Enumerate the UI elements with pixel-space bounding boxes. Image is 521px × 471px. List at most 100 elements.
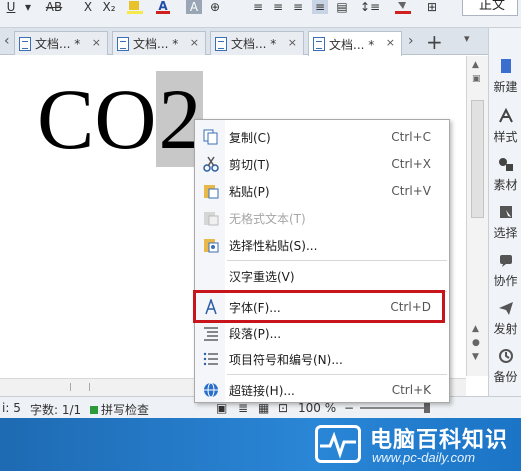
distribute-icon[interactable]: ▤ xyxy=(334,0,350,14)
highlight-icon[interactable] xyxy=(126,0,144,14)
zoom-out-button[interactable]: − xyxy=(344,401,354,415)
document-icon xyxy=(215,36,227,51)
highlight-annotation-box xyxy=(193,290,445,323)
task-pane-material[interactable]: 素材 xyxy=(489,156,521,193)
view-page-icon[interactable]: ▣ xyxy=(216,401,227,415)
context-menu: 复制(C) Ctrl+C 剪切(T) Ctrl+X 粘贴(P) Ctrl+V 无… xyxy=(194,119,450,403)
style-icon xyxy=(498,107,514,124)
document-text[interactable]: CO2 xyxy=(37,71,204,167)
tab-close-icon[interactable]: × xyxy=(190,36,199,49)
underline-button[interactable]: U xyxy=(4,0,18,14)
superscript-button[interactable]: X xyxy=(82,0,94,14)
paragraph-icon xyxy=(203,325,219,341)
menu-item-reselect-chinese[interactable]: 汉字重选(V) xyxy=(195,263,449,289)
tab-close-icon[interactable]: × xyxy=(386,36,395,49)
menu-item-bullets[interactable]: 项目符号和编号(N)... xyxy=(195,346,449,372)
document-icon xyxy=(19,36,31,51)
menu-item-copy[interactable]: 复制(C) Ctrl+C xyxy=(195,124,449,150)
monitor-logo-icon xyxy=(315,425,361,463)
backup-icon xyxy=(498,348,514,364)
paste-special-icon xyxy=(203,237,219,253)
menu-item-paste-plain: 无格式文本(T) xyxy=(195,205,449,231)
tab-list-dropdown-icon[interactable]: ▾ xyxy=(464,32,470,45)
document-icon xyxy=(313,37,325,51)
text-co: CO xyxy=(37,71,157,167)
ribbon-toolbar: U ▾ AB X X₂ A A ⊕ ≡ ≡ ≡ ≡ ▤ ↕≡ ⊞ 正文 xyxy=(0,0,521,28)
menu-item-paragraph[interactable]: 段落(P)... xyxy=(195,320,449,346)
view-web-icon[interactable]: ▦ xyxy=(258,401,269,415)
task-pane-style[interactable]: 样式 xyxy=(489,107,521,145)
document-tab[interactable]: 文档... * × xyxy=(14,31,108,55)
justify-icon[interactable]: ≡ xyxy=(312,0,328,14)
tab-scroll-left-icon[interactable]: ‹ xyxy=(4,33,10,49)
paste-icon xyxy=(203,183,219,199)
status-word-count[interactable]: 字数: 1/1 xyxy=(30,401,81,418)
menu-separator xyxy=(227,374,447,375)
tab-close-icon[interactable]: × xyxy=(92,36,101,49)
more-format-icon[interactable]: ⊕ xyxy=(210,0,220,14)
tab-label: 文档... * xyxy=(329,37,375,52)
status-page: i: 5 xyxy=(2,401,21,415)
document-tab[interactable]: 文档... * × xyxy=(112,31,206,55)
border-icon[interactable]: ⊞ xyxy=(424,0,440,14)
strikethrough-button[interactable]: AB xyxy=(44,0,64,14)
scroll-page-icon[interactable]: ▣ xyxy=(472,74,481,84)
banner-site: www.pc-daily.com xyxy=(372,450,476,465)
zoom-slider[interactable] xyxy=(360,407,430,409)
view-read-icon[interactable]: ⊡ xyxy=(278,401,288,415)
new-tab-button[interactable]: + xyxy=(426,30,443,54)
shading-icon[interactable] xyxy=(394,0,412,14)
menu-item-hyperlink[interactable]: 超链接(H)... Ctrl+K xyxy=(195,377,449,403)
document-icon xyxy=(117,36,129,51)
tab-scroll-right-icon[interactable]: › xyxy=(408,33,414,49)
scroll-prev-page-icon[interactable]: ▲ xyxy=(472,324,479,334)
tab-close-icon[interactable]: × xyxy=(288,36,297,49)
task-pane: 新建 样式 素材 选择 协作 发射 备份 xyxy=(488,28,521,396)
document-tab-bar: ‹ 文档... * × 文档... * × 文档... * × 文档... * … xyxy=(0,28,488,56)
bullets-icon xyxy=(203,351,219,367)
scissors-icon xyxy=(203,156,219,172)
menu-separator xyxy=(227,260,447,261)
new-doc-icon xyxy=(498,58,514,74)
align-right-icon[interactable]: ≡ xyxy=(290,0,306,14)
menu-item-paste[interactable]: 粘贴(P) Ctrl+V xyxy=(195,178,449,204)
menu-item-cut[interactable]: 剪切(T) Ctrl+X xyxy=(195,151,449,177)
task-pane-send[interactable]: 发射 xyxy=(489,300,521,337)
document-tab-active[interactable]: 文档... * × xyxy=(308,31,402,56)
spell-check-icon xyxy=(90,406,98,414)
subscript-button[interactable]: X₂ xyxy=(102,0,116,14)
zoom-level[interactable]: 100 % xyxy=(298,401,336,415)
style-selector[interactable]: 正文 xyxy=(462,0,518,16)
vertical-scrollbar[interactable]: ▲ ▣ ▲ ● ▼ xyxy=(466,56,488,376)
collab-icon xyxy=(498,252,514,268)
scroll-next-page-icon[interactable]: ▼ xyxy=(472,352,479,362)
tab-label: 文档... * xyxy=(133,37,179,51)
font-color-button[interactable]: A xyxy=(156,0,170,14)
menu-item-paste-special[interactable]: 选择性粘贴(S)... xyxy=(195,232,449,258)
align-center-icon[interactable]: ≡ xyxy=(270,0,286,14)
task-pane-select[interactable]: 选择 xyxy=(489,204,521,241)
scroll-select-icon[interactable]: ● xyxy=(472,338,480,348)
task-pane-new[interactable]: 新建 xyxy=(489,58,521,95)
underline-dropdown-icon[interactable]: ▾ xyxy=(24,0,32,14)
copy-icon xyxy=(203,129,219,145)
align-left-icon[interactable]: ≡ xyxy=(250,0,266,14)
material-icon xyxy=(498,156,514,172)
view-outline-icon[interactable]: ≣ xyxy=(238,401,248,415)
watermark-banner: 电脑百科知识 www.pc-daily.com xyxy=(0,418,521,471)
send-icon xyxy=(498,300,514,316)
scrollbar-thumb[interactable] xyxy=(471,100,484,218)
hyperlink-icon xyxy=(203,382,219,398)
hscroll-grip[interactable] xyxy=(70,383,90,391)
task-pane-backup[interactable]: 备份 xyxy=(489,348,521,385)
document-tab[interactable]: 文档... * × xyxy=(210,31,304,55)
select-icon xyxy=(498,204,514,220)
tab-label: 文档... * xyxy=(231,37,277,51)
line-spacing-icon[interactable]: ↕≡ xyxy=(360,0,380,14)
tab-label: 文档... * xyxy=(35,37,81,51)
char-shading-button[interactable]: A xyxy=(186,0,202,14)
task-pane-collab[interactable]: 协作 xyxy=(489,252,521,289)
spell-check-toggle[interactable]: 拼写检查 xyxy=(90,401,149,418)
paste-plain-icon xyxy=(203,210,219,226)
scroll-up-icon[interactable]: ▲ xyxy=(472,60,479,70)
